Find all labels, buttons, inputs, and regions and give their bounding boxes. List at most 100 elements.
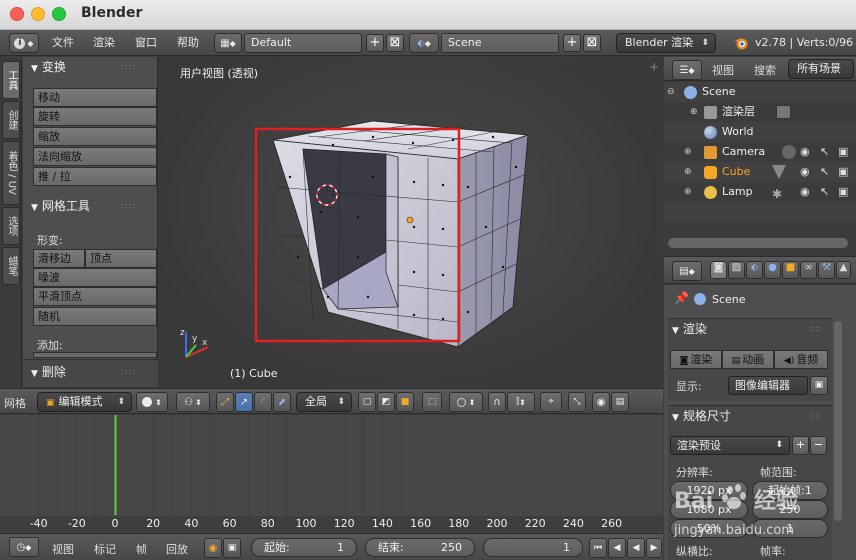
render-layers-context-tab[interactable]: ▨ — [728, 261, 745, 279]
renderable-camera-icon[interactable]: ▣ — [838, 162, 848, 182]
tab-shading-uv[interactable]: 着色 / UV — [2, 141, 20, 205]
outliner[interactable]: ⊖ Scene ⊕ 渲染层 World ⊕ Camera ◉ ↖ ▣ ⊕ Cub… — [664, 82, 856, 254]
push-pull-button[interactable]: 推 / 拉 — [33, 167, 157, 186]
data-context-tab[interactable]: ▲ — [836, 261, 851, 279]
render-context-tab[interactable]: ◙ — [710, 261, 727, 279]
display-mode-dropdown[interactable]: 图像编辑器 — [728, 376, 808, 395]
expand-plus-icon[interactable]: ⊕ — [684, 162, 692, 182]
world-context-tab[interactable]: ● — [764, 261, 781, 279]
drag-handle-icon[interactable]: :::: — [121, 362, 136, 382]
manipulator-toggle-button[interactable]: ⤢ — [216, 392, 234, 412]
render-audio-button[interactable]: ◀) 音频 — [774, 350, 828, 369]
smooth-vertex-button[interactable]: 平滑顶点 — [33, 287, 157, 306]
render-animation-button[interactable]: ▤ — [611, 392, 629, 412]
proportional-edit-button[interactable]: ⬍ — [449, 392, 483, 412]
visibility-eye-icon[interactable]: ◉ — [800, 162, 810, 182]
snap-element-button[interactable]: ⫿ ⬍ — [507, 392, 535, 412]
scale-manipulator-button[interactable]: ⬈ — [273, 392, 291, 412]
slide-vertex-button[interactable]: 顶点 — [85, 249, 157, 268]
render-still-button[interactable]: ◉ — [592, 392, 610, 412]
delete-panel-header[interactable]: ▼ 删除 :::: — [23, 362, 158, 382]
timeline-menu-playback[interactable]: 回放 — [166, 541, 188, 557]
drag-handle-icon[interactable]: :::: — [810, 318, 821, 340]
transform-orientation-dropdown[interactable]: 全局 ⬍ — [296, 392, 352, 412]
timeline-ruler[interactable]: -40 -20 0 20 40 60 80 100 120 140 160 180 200 220 240 2… — [0, 516, 663, 532]
interaction-mode-dropdown[interactable]: ▣ 编辑模式 ⬍ — [37, 392, 132, 412]
collapse-minus-icon[interactable]: ⊖ — [667, 82, 675, 102]
edge-select-button[interactable]: ◩ — [377, 392, 395, 412]
add-buttons-row[interactable] — [33, 352, 157, 358]
viewport-shading-button[interactable]: ⬍ — [136, 392, 168, 412]
outliner-display-mode-dropdown[interactable]: 所有场景 — [788, 59, 854, 79]
outliner-row-cube[interactable]: ⊕ Cube ◉ ↖ ▣ — [664, 162, 856, 182]
delete-layout-button[interactable]: ⊠ — [386, 34, 404, 52]
slide-edge-button[interactable]: 滑移边 — [33, 249, 85, 268]
scene-browse-button[interactable]: ⬖ ◆ — [409, 33, 439, 53]
tab-options[interactable]: 选项 — [2, 207, 20, 245]
pivot-point-button[interactable]: ⚇ ⬍ — [176, 392, 210, 412]
snap-target-button[interactable]: ⌖ — [540, 392, 562, 412]
maximize-window-button[interactable] — [52, 7, 66, 21]
drag-handle-icon[interactable]: :::: — [121, 196, 136, 216]
timeline-menu-marker[interactable]: 标记 — [94, 541, 116, 557]
limit-selection-button[interactable]: ⬚ — [422, 392, 442, 412]
transform-panel-header[interactable]: ▼ 变换 :::: — [23, 57, 158, 77]
outliner-row-world[interactable]: World — [664, 122, 856, 142]
render-presets-dropdown[interactable]: 渲染预设 ⬍ — [670, 436, 790, 455]
visibility-eye-icon[interactable]: ◉ — [800, 142, 810, 162]
outliner-menu-view[interactable]: 视图 — [712, 62, 734, 78]
mesh-data-icon[interactable] — [772, 165, 786, 179]
add-layout-button[interactable]: + — [366, 34, 384, 52]
drag-handle-icon[interactable]: :::: — [810, 405, 821, 427]
tab-tools[interactable]: 工具 — [2, 61, 20, 99]
add-scene-button[interactable]: + — [563, 34, 581, 52]
pin-icon[interactable]: 📌 — [674, 291, 689, 305]
scene-field[interactable]: Scene — [441, 33, 559, 53]
outliner-row-scene[interactable]: ⊖ Scene — [664, 82, 856, 102]
info-editor-type-button[interactable]: i ◆ — [9, 33, 39, 53]
lock-interface-button[interactable]: ▣ — [810, 376, 828, 395]
translate-manipulator-button[interactable]: ↗ — [235, 392, 253, 412]
dimensions-panel-header[interactable]: ▼ 规格尺寸 :::: — [664, 405, 856, 427]
render-animation-button[interactable]: ▤ 动画 — [722, 350, 774, 369]
minimize-window-button[interactable] — [31, 7, 45, 21]
visibility-eye-icon[interactable]: ◉ — [800, 182, 810, 202]
lock-range-button[interactable]: ▣ — [223, 538, 241, 558]
outliner-menu-search[interactable]: 搜索 — [754, 62, 776, 78]
add-preset-button[interactable]: + — [792, 436, 809, 455]
properties-toggle-icon[interactable]: + — [649, 60, 659, 74]
outliner-row-render-layers[interactable]: ⊕ 渲染层 — [664, 102, 856, 122]
prev-keyframe-button[interactable]: ◀ — [608, 538, 626, 558]
remove-preset-button[interactable]: − — [810, 436, 827, 455]
close-window-button[interactable] — [10, 7, 24, 21]
expand-plus-icon[interactable]: ⊕ — [684, 142, 692, 162]
timeline-editor[interactable]: -40 -20 0 20 40 60 80 100 120 140 160 180 200 220 240 2… — [0, 415, 663, 533]
render-image-button[interactable]: ◙ 渲染 — [670, 350, 722, 369]
screen-layout-field[interactable]: Default — [244, 33, 362, 53]
randomize-button[interactable]: 随机 — [33, 307, 157, 326]
drag-handle-icon[interactable]: :::: — [121, 57, 136, 77]
timeline-editor-type-button[interactable]: ◷ ◆ — [9, 537, 39, 557]
tab-create[interactable]: 创建 — [2, 101, 20, 139]
move-button[interactable]: 移动 — [33, 88, 157, 107]
properties-editor-type-button[interactable]: ▤ ◆ — [672, 261, 702, 281]
jump-start-button[interactable]: ⏮ — [589, 538, 607, 558]
selectable-cursor-icon[interactable]: ↖ — [820, 182, 829, 202]
snap-toggle-button[interactable]: ∩ — [488, 392, 506, 412]
menu-window[interactable]: 窗口 — [135, 33, 157, 53]
object-context-tab[interactable]: ■ — [782, 261, 799, 279]
mesh-select-mode-button[interactable]: ⤡ — [568, 392, 586, 412]
record-keyframes-button[interactable]: ◉ — [204, 538, 222, 558]
camera-data-icon[interactable] — [782, 145, 796, 159]
scene-context-tab[interactable]: ⬖ — [746, 261, 763, 279]
3d-viewport[interactable]: x y z 用户视图 (透视) (1) Cube + — [158, 57, 663, 387]
expand-plus-icon[interactable]: ⊕ — [690, 102, 698, 122]
menu-help[interactable]: 帮助 — [177, 33, 199, 53]
render-layer-toggle-icon[interactable] — [776, 105, 791, 119]
rotate-manipulator-button[interactable]: ◜ — [254, 392, 272, 412]
vertex-select-button[interactable]: ▢ — [358, 392, 376, 412]
lamp-data-icon[interactable]: ✱ — [772, 184, 782, 204]
outliner-editor-type-button[interactable]: ☰ ◆ — [672, 60, 702, 80]
tab-grease-pencil[interactable]: 蜡笔 — [2, 247, 20, 285]
renderable-camera-icon[interactable]: ▣ — [838, 182, 848, 202]
